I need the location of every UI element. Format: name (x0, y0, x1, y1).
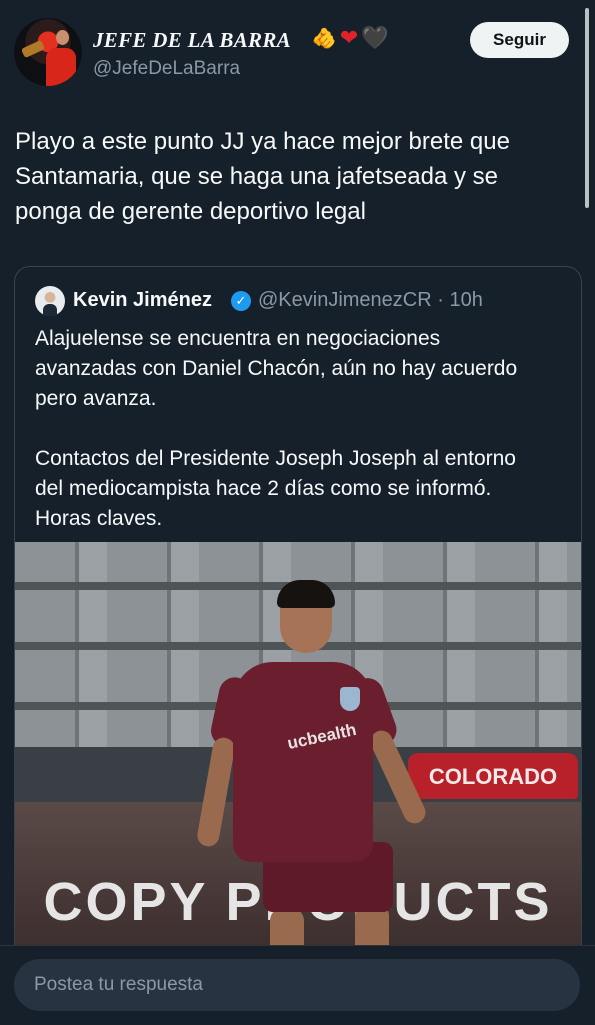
verified-badge-icon: ✓ (231, 291, 251, 311)
avatar-shirt (46, 48, 76, 86)
quote-line: Alajuelense se encuentra en negociacione… (35, 327, 441, 350)
tweet-line: Playo a este punto JJ ya hace mejor bret… (15, 128, 510, 155)
author-emojis: 🫵 ❤ 🖤 (312, 25, 389, 51)
tweet-line: Santamaria, que se haga una jafetseada y… (15, 163, 498, 190)
quote-line: Horas claves. (35, 507, 163, 530)
follow-button[interactable]: Seguir (470, 22, 569, 58)
colorado-logo: COLORADO (408, 753, 578, 799)
quoted-tweet-photo[interactable]: COLORADO COPY PRODUCTS ucbealth (15, 542, 581, 962)
quote-line: avanzadas con Daniel Chacón, aún no hay … (35, 357, 518, 380)
club-crest-icon (340, 687, 360, 711)
tweet-text: Playo a este punto JJ ya hace mejor bret… (15, 124, 575, 229)
reply-bar (0, 945, 595, 1025)
quoted-tweet[interactable]: Kevin Jiménez ✓ @KevinJimenezCR · 10h Al… (14, 266, 582, 968)
red-heart-icon: ❤ (339, 25, 359, 50)
reply-input[interactable] (14, 959, 580, 1011)
avatar-trophy (20, 39, 46, 59)
quote-line: del mediocampista hace 2 días como se in… (35, 477, 492, 500)
author-display-name[interactable]: JEFE DE LA BARRA (93, 28, 291, 53)
quote-line: Contactos del Presidente Joseph Joseph a… (35, 447, 516, 470)
quoted-author-handle-time: @KevinJimenezCR · 10h (258, 289, 483, 311)
tweet-line: ponga de gerente deportivo legal (15, 198, 366, 225)
author-handle[interactable]: @JefeDeLaBarra (93, 58, 240, 80)
quoted-author-name: Kevin Jiménez (73, 289, 212, 311)
black-heart-icon: 🖤 (361, 25, 389, 50)
quote-line: pero avanza. (35, 387, 157, 410)
tweet-header: JEFE DE LA BARRA 🫵 ❤ 🖤 @JefeDeLaBarra Se… (0, 0, 595, 100)
quoted-tweet-text: Alajuelense se encuentra en negociacione… (35, 324, 575, 534)
player-hair (277, 580, 335, 608)
pointing-hand-icon: 🫵 (312, 27, 337, 50)
scrollbar[interactable] (585, 8, 589, 208)
avatar-face (56, 30, 69, 45)
quoted-author-avatar (35, 286, 65, 316)
author-avatar[interactable] (14, 18, 82, 86)
